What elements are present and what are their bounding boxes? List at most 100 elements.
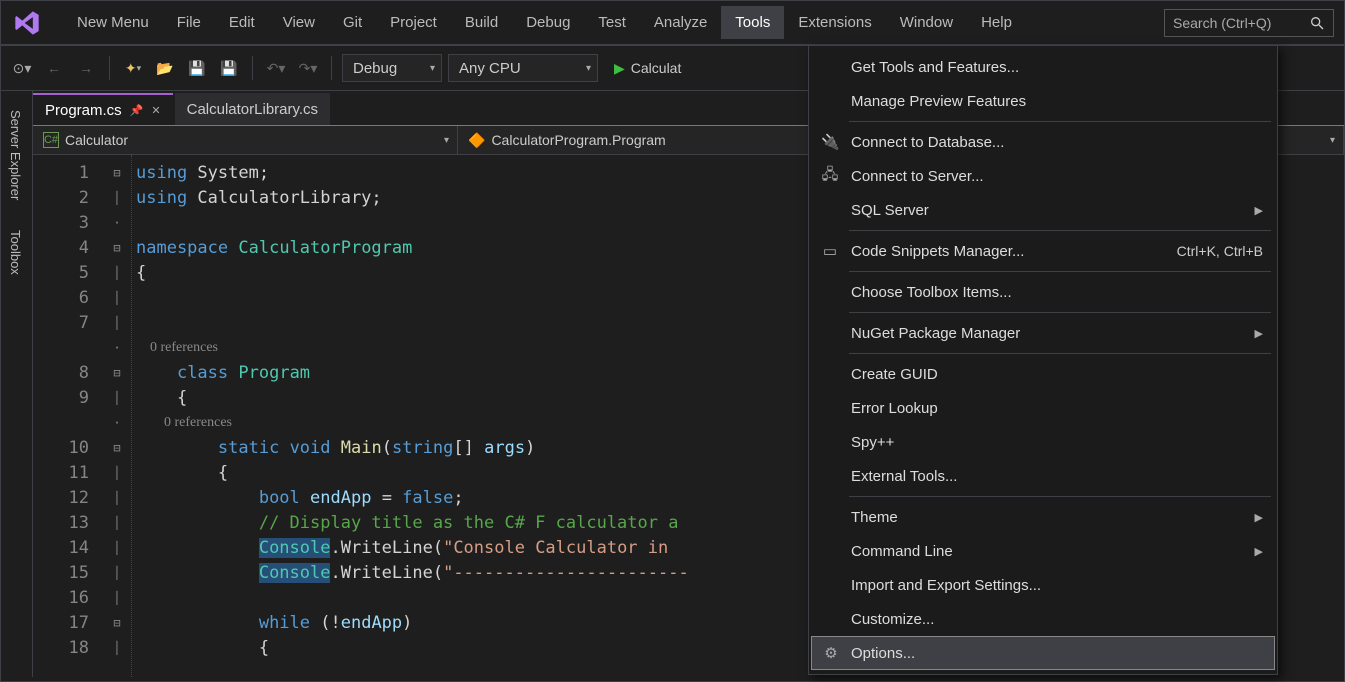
platform-select[interactable]: Any CPU bbox=[448, 54, 598, 82]
line-number: 17 bbox=[33, 611, 89, 636]
menu-git[interactable]: Git bbox=[329, 6, 376, 39]
fold-toggle: │ bbox=[103, 186, 131, 211]
gear-icon: ⚙ bbox=[822, 644, 840, 662]
fold-toggle: │ bbox=[103, 261, 131, 286]
submenu-arrow-icon: ▶ bbox=[1255, 204, 1263, 217]
fold-toggle[interactable]: ⊟ bbox=[103, 161, 131, 186]
line-number: 1 bbox=[33, 161, 89, 186]
csharp-icon: C# bbox=[43, 132, 59, 148]
play-icon: ▶ bbox=[614, 60, 625, 77]
tools-menu-dropdown: Get Tools and Features...Manage Preview … bbox=[808, 45, 1278, 675]
line-number: 2 bbox=[33, 186, 89, 211]
search-icon bbox=[1309, 15, 1325, 31]
menu-build[interactable]: Build bbox=[451, 6, 512, 39]
line-number: 18 bbox=[33, 636, 89, 661]
fold-toggle: │ bbox=[103, 511, 131, 536]
new-item-button[interactable]: ✦▾ bbox=[120, 55, 146, 81]
line-number: 14 bbox=[33, 536, 89, 561]
fold-toggle: │ bbox=[103, 311, 131, 336]
vs-logo-icon bbox=[11, 7, 43, 39]
side-strip: Server Explorer Toolbox bbox=[1, 91, 33, 677]
menu-item-options[interactable]: ⚙Options... bbox=[811, 636, 1275, 670]
menu-edit[interactable]: Edit bbox=[215, 6, 269, 39]
line-number: 12 bbox=[33, 486, 89, 511]
menu-analyze[interactable]: Analyze bbox=[640, 6, 721, 39]
line-number: 11 bbox=[33, 461, 89, 486]
menu-item-get-tools-and-features[interactable]: Get Tools and Features... bbox=[811, 50, 1275, 84]
menu-test[interactable]: Test bbox=[584, 6, 640, 39]
fold-toggle: │ bbox=[103, 561, 131, 586]
fold-toggle[interactable]: ⊟ bbox=[103, 436, 131, 461]
search-box[interactable]: Search (Ctrl+Q) bbox=[1164, 9, 1334, 37]
submenu-arrow-icon: ▶ bbox=[1255, 327, 1263, 340]
menu-item-manage-preview-features[interactable]: Manage Preview Features bbox=[811, 84, 1275, 118]
open-button[interactable]: 📂 bbox=[152, 55, 178, 81]
menu-tools[interactable]: Tools bbox=[721, 6, 784, 39]
nav-back-button[interactable]: ← bbox=[41, 55, 67, 81]
menu-item-connect-to-database[interactable]: 🔌Connect to Database... bbox=[811, 125, 1275, 159]
line-number: 4 bbox=[33, 236, 89, 261]
menu-debug[interactable]: Debug bbox=[512, 6, 584, 39]
nav-dropdown-icon[interactable]: ⊙▾ bbox=[9, 55, 35, 81]
menu-item-sql-server[interactable]: SQL Server▶ bbox=[811, 193, 1275, 227]
line-number: 13 bbox=[33, 511, 89, 536]
fold-toggle: │ bbox=[103, 386, 131, 411]
save-all-button[interactable]: 💾 bbox=[216, 55, 242, 81]
menu-item-external-tools[interactable]: External Tools... bbox=[811, 459, 1275, 493]
menu-item-connect-to-server[interactable]: 🖧Connect to Server... bbox=[811, 159, 1275, 193]
toolbox-tab[interactable]: Toolbox bbox=[1, 219, 30, 286]
search-placeholder: Search (Ctrl+Q) bbox=[1173, 15, 1309, 31]
line-number: 15 bbox=[33, 561, 89, 586]
line-number: 3 bbox=[33, 211, 89, 236]
menu-item-import-and-export-settings[interactable]: Import and Export Settings... bbox=[811, 568, 1275, 602]
fold-toggle: │ bbox=[103, 636, 131, 661]
menu-help[interactable]: Help bbox=[967, 6, 1026, 39]
line-number: 6 bbox=[33, 286, 89, 311]
config-select[interactable]: Debug bbox=[342, 54, 442, 82]
menu-view[interactable]: View bbox=[269, 6, 329, 39]
menu-new-menu[interactable]: New Menu bbox=[63, 6, 163, 39]
menu-item-customize[interactable]: Customize... bbox=[811, 602, 1275, 636]
server-explorer-tab[interactable]: Server Explorer bbox=[1, 99, 30, 211]
menu-item-error-lookup[interactable]: Error Lookup bbox=[811, 391, 1275, 425]
undo-button[interactable]: ↶▾ bbox=[263, 55, 289, 81]
menu-item-theme[interactable]: Theme▶ bbox=[811, 500, 1275, 534]
fold-toggle: │ bbox=[103, 286, 131, 311]
redo-button[interactable]: ↷▾ bbox=[295, 55, 321, 81]
line-number: 7 bbox=[33, 311, 89, 336]
line-number: 5 bbox=[33, 261, 89, 286]
fold-toggle: │ bbox=[103, 486, 131, 511]
fold-toggle[interactable]: ⊟ bbox=[103, 361, 131, 386]
shortcut-label: Ctrl+K, Ctrl+B bbox=[1177, 243, 1263, 259]
fold-toggle: │ bbox=[103, 586, 131, 611]
line-number: 16 bbox=[33, 586, 89, 611]
close-icon[interactable]: ✕ bbox=[151, 104, 160, 117]
menu-file[interactable]: File bbox=[163, 6, 215, 39]
fold-toggle: │ bbox=[103, 536, 131, 561]
menu-item-spy[interactable]: Spy++ bbox=[811, 425, 1275, 459]
line-number: 10 bbox=[33, 436, 89, 461]
line-number: 9 bbox=[33, 386, 89, 411]
line-number: 8 bbox=[33, 361, 89, 386]
srv-icon: 🖧 bbox=[821, 164, 839, 189]
fold-toggle: │ bbox=[103, 461, 131, 486]
save-button[interactable]: 💾 bbox=[184, 55, 210, 81]
menu-extensions[interactable]: Extensions bbox=[784, 6, 885, 39]
menu-item-choose-toolbox-items[interactable]: Choose Toolbox Items... bbox=[811, 275, 1275, 309]
menu-window[interactable]: Window bbox=[886, 6, 967, 39]
menu-item-create-guid[interactable]: Create GUID bbox=[811, 357, 1275, 391]
menu-project[interactable]: Project bbox=[376, 6, 451, 39]
nav-fwd-button[interactable]: → bbox=[73, 55, 99, 81]
fold-toggle[interactable]: ⊟ bbox=[103, 236, 131, 261]
menu-item-nuget-package-manager[interactable]: NuGet Package Manager▶ bbox=[811, 316, 1275, 350]
file-tab[interactable]: CalculatorLibrary.cs bbox=[175, 93, 330, 125]
start-button[interactable]: ▶ Calculat bbox=[604, 54, 691, 82]
fold-toggle[interactable]: ⊟ bbox=[103, 611, 131, 636]
fold-toggle: · bbox=[103, 211, 131, 236]
menu-item-command-line[interactable]: Command Line▶ bbox=[811, 534, 1275, 568]
submenu-arrow-icon: ▶ bbox=[1255, 511, 1263, 524]
pin-icon[interactable]: 📌 bbox=[130, 104, 144, 117]
menu-item-code-snippets-manager[interactable]: ▭Code Snippets Manager...Ctrl+K, Ctrl+B bbox=[811, 234, 1275, 268]
nav-project-select[interactable]: C# Calculator bbox=[33, 126, 458, 154]
file-tab[interactable]: Program.cs📌✕ bbox=[33, 93, 173, 125]
